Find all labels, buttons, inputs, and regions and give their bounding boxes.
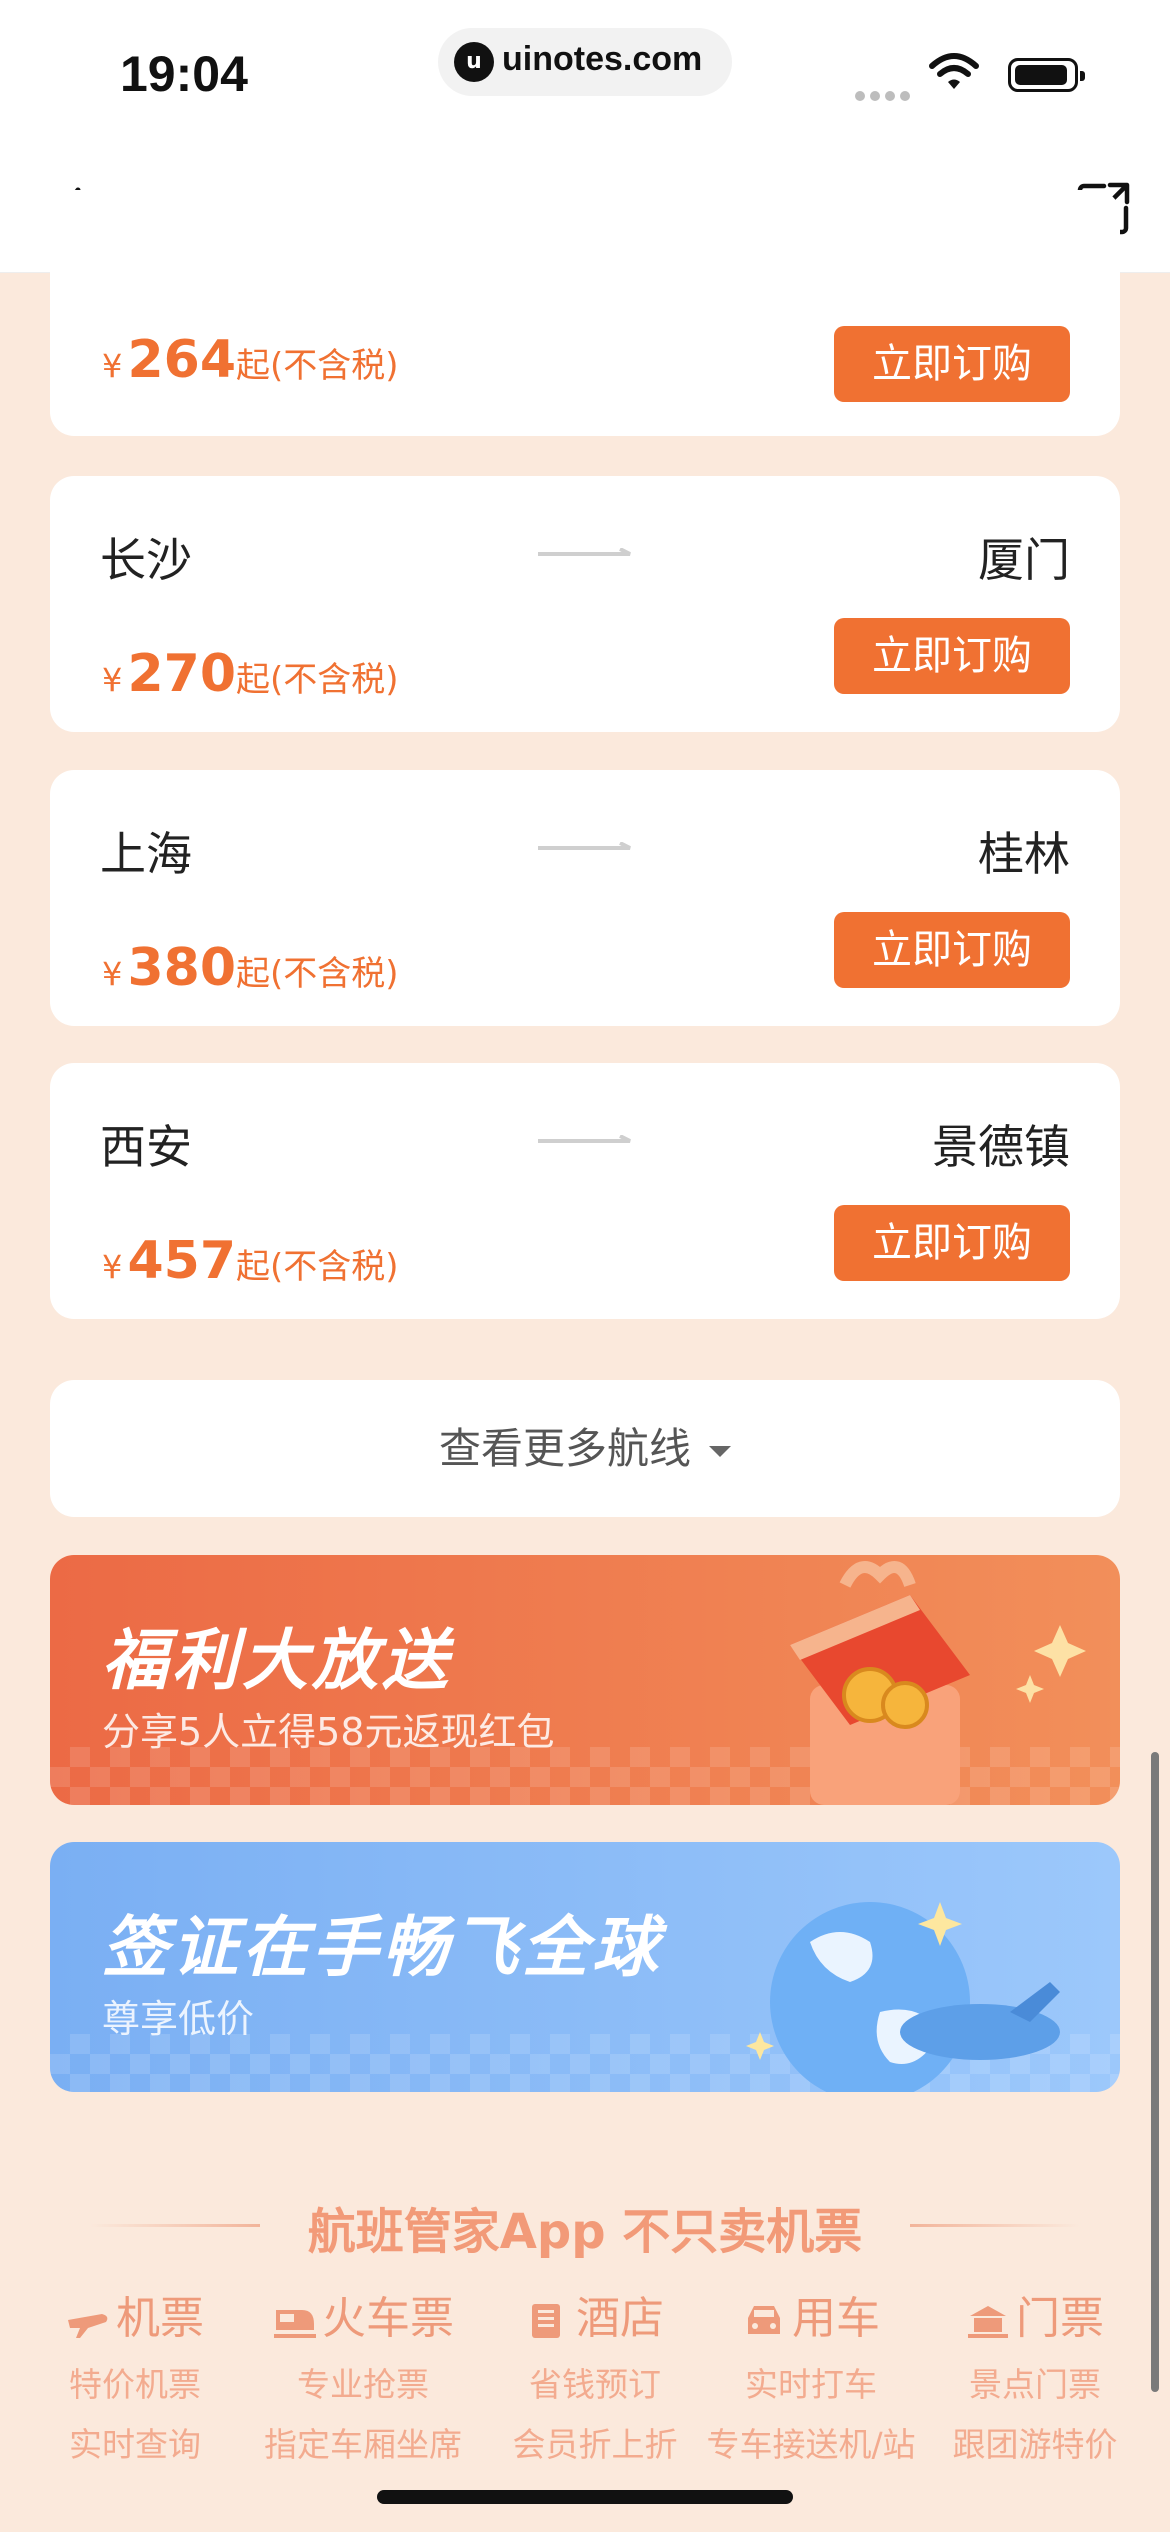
service-title: 酒店	[470, 2282, 720, 2346]
departure-city: 长沙	[100, 533, 192, 587]
service-trains[interactable]: 火车票 专业抢票 指定车厢坐席	[238, 2282, 488, 2466]
status-bar: 19:04 u uinotes.com	[0, 0, 1170, 150]
service-desc: 省钱预订	[529, 2365, 661, 2404]
service-title: 门票	[910, 2282, 1160, 2346]
plane-icon	[68, 2314, 108, 2338]
service-title: 火车票	[238, 2282, 488, 2346]
route-price: ¥ 457起(不含税)	[102, 1231, 399, 1291]
service-desc: 景点门票	[969, 2365, 1101, 2404]
ticket-icon	[968, 2306, 1008, 2338]
service-desc: 特价机票	[69, 2365, 201, 2404]
wifi-icon	[929, 53, 979, 89]
service-cars[interactable]: 用车 实时打车 专车接送机/站	[686, 2282, 936, 2466]
book-now-button[interactable]: 立即订购	[834, 912, 1070, 988]
banner-subtitle: 尊享低价	[102, 1997, 255, 2041]
service-desc: 指定车厢坐席	[264, 2425, 462, 2464]
footer-heading: 航班管家App 不只卖机票	[307, 2204, 863, 2260]
arrival-city: 厦门	[978, 533, 1070, 587]
service-flights[interactable]: 机票 特价机票 实时查询	[10, 2282, 260, 2466]
route-card: 上海 桂林 ¥ 380起(不含税) 立即订购	[50, 770, 1120, 1026]
departure-city: 西安	[100, 1120, 192, 1174]
route-card: 长沙 厦门 ¥ 270起(不含税) 立即订购	[50, 476, 1120, 732]
service-title: 用车	[686, 2282, 936, 2346]
arrival-city: 景德镇	[932, 1120, 1070, 1174]
more-routes-button[interactable]: 查看更多航线	[50, 1380, 1120, 1517]
service-desc: 跟团游特价	[952, 2425, 1118, 2464]
visa-banner[interactable]: 签证在手畅飞全球 尊享低价	[50, 1842, 1120, 2092]
service-desc: 实时打车	[745, 2365, 877, 2404]
car-icon	[748, 2306, 780, 2334]
service-tickets[interactable]: 门票 景点门票 跟团游特价	[910, 2282, 1160, 2466]
service-desc: 实时查询	[69, 2425, 201, 2464]
route-price: ¥ 270起(不含税)	[102, 644, 399, 704]
route-arrow-icon	[538, 842, 631, 850]
route-card: ¥ 264起(不含税) 立即订购	[50, 190, 1120, 436]
route-price: ¥ 380起(不含税)	[102, 938, 399, 998]
service-title: 机票	[10, 2282, 260, 2346]
more-routes-label: 查看更多航线	[438, 1424, 691, 1473]
service-hotels[interactable]: 酒店 省钱预订 会员折上折	[470, 2282, 720, 2466]
caret-down-icon	[709, 1446, 731, 1457]
route-arrow-icon	[538, 548, 631, 556]
services-row: 机票 特价机票 实时查询 火车票 专业抢票 指定车厢坐席 酒店 省钱预订 会员折…	[20, 2282, 1150, 2464]
banner-subtitle: 分享5人立得58元返现红包	[102, 1710, 555, 1754]
banner-title: 福利大放送	[102, 1622, 452, 1699]
book-now-button[interactable]: 立即订购	[834, 326, 1070, 402]
welfare-banner[interactable]: 福利大放送 分享5人立得58元返现红包	[50, 1555, 1120, 1805]
gift-box-icon	[790, 1561, 1086, 1805]
scrollbar[interactable]	[1151, 1752, 1159, 2392]
url-text: uinotes.com	[502, 40, 703, 78]
battery-icon	[1008, 58, 1085, 92]
hotel-icon	[532, 2304, 560, 2338]
service-desc: 会员折上折	[512, 2425, 678, 2464]
url-pill[interactable]: u uinotes.com	[438, 28, 732, 96]
book-now-button[interactable]: 立即订购	[834, 1205, 1070, 1281]
route-price: ¥ 264起(不含税)	[102, 330, 399, 390]
home-indicator[interactable]	[377, 2490, 793, 2504]
signal-icon	[855, 86, 915, 105]
service-desc: 专车接送机/站	[706, 2425, 916, 2464]
train-icon	[274, 2310, 316, 2338]
route-card: 西安 景德镇 ¥ 457起(不含税) 立即订购	[50, 1063, 1120, 1319]
banner-title: 签证在手畅飞全球	[102, 1909, 662, 1986]
globe-plane-icon	[746, 1902, 1060, 2092]
site-icon: u	[454, 42, 494, 82]
arrival-city: 桂林	[978, 827, 1070, 881]
departure-city: 上海	[100, 827, 192, 881]
service-desc: 专业抢票	[297, 2365, 429, 2404]
route-arrow-icon	[538, 1135, 631, 1143]
status-time: 19:04	[120, 46, 248, 102]
book-now-button[interactable]: 立即订购	[834, 618, 1070, 694]
